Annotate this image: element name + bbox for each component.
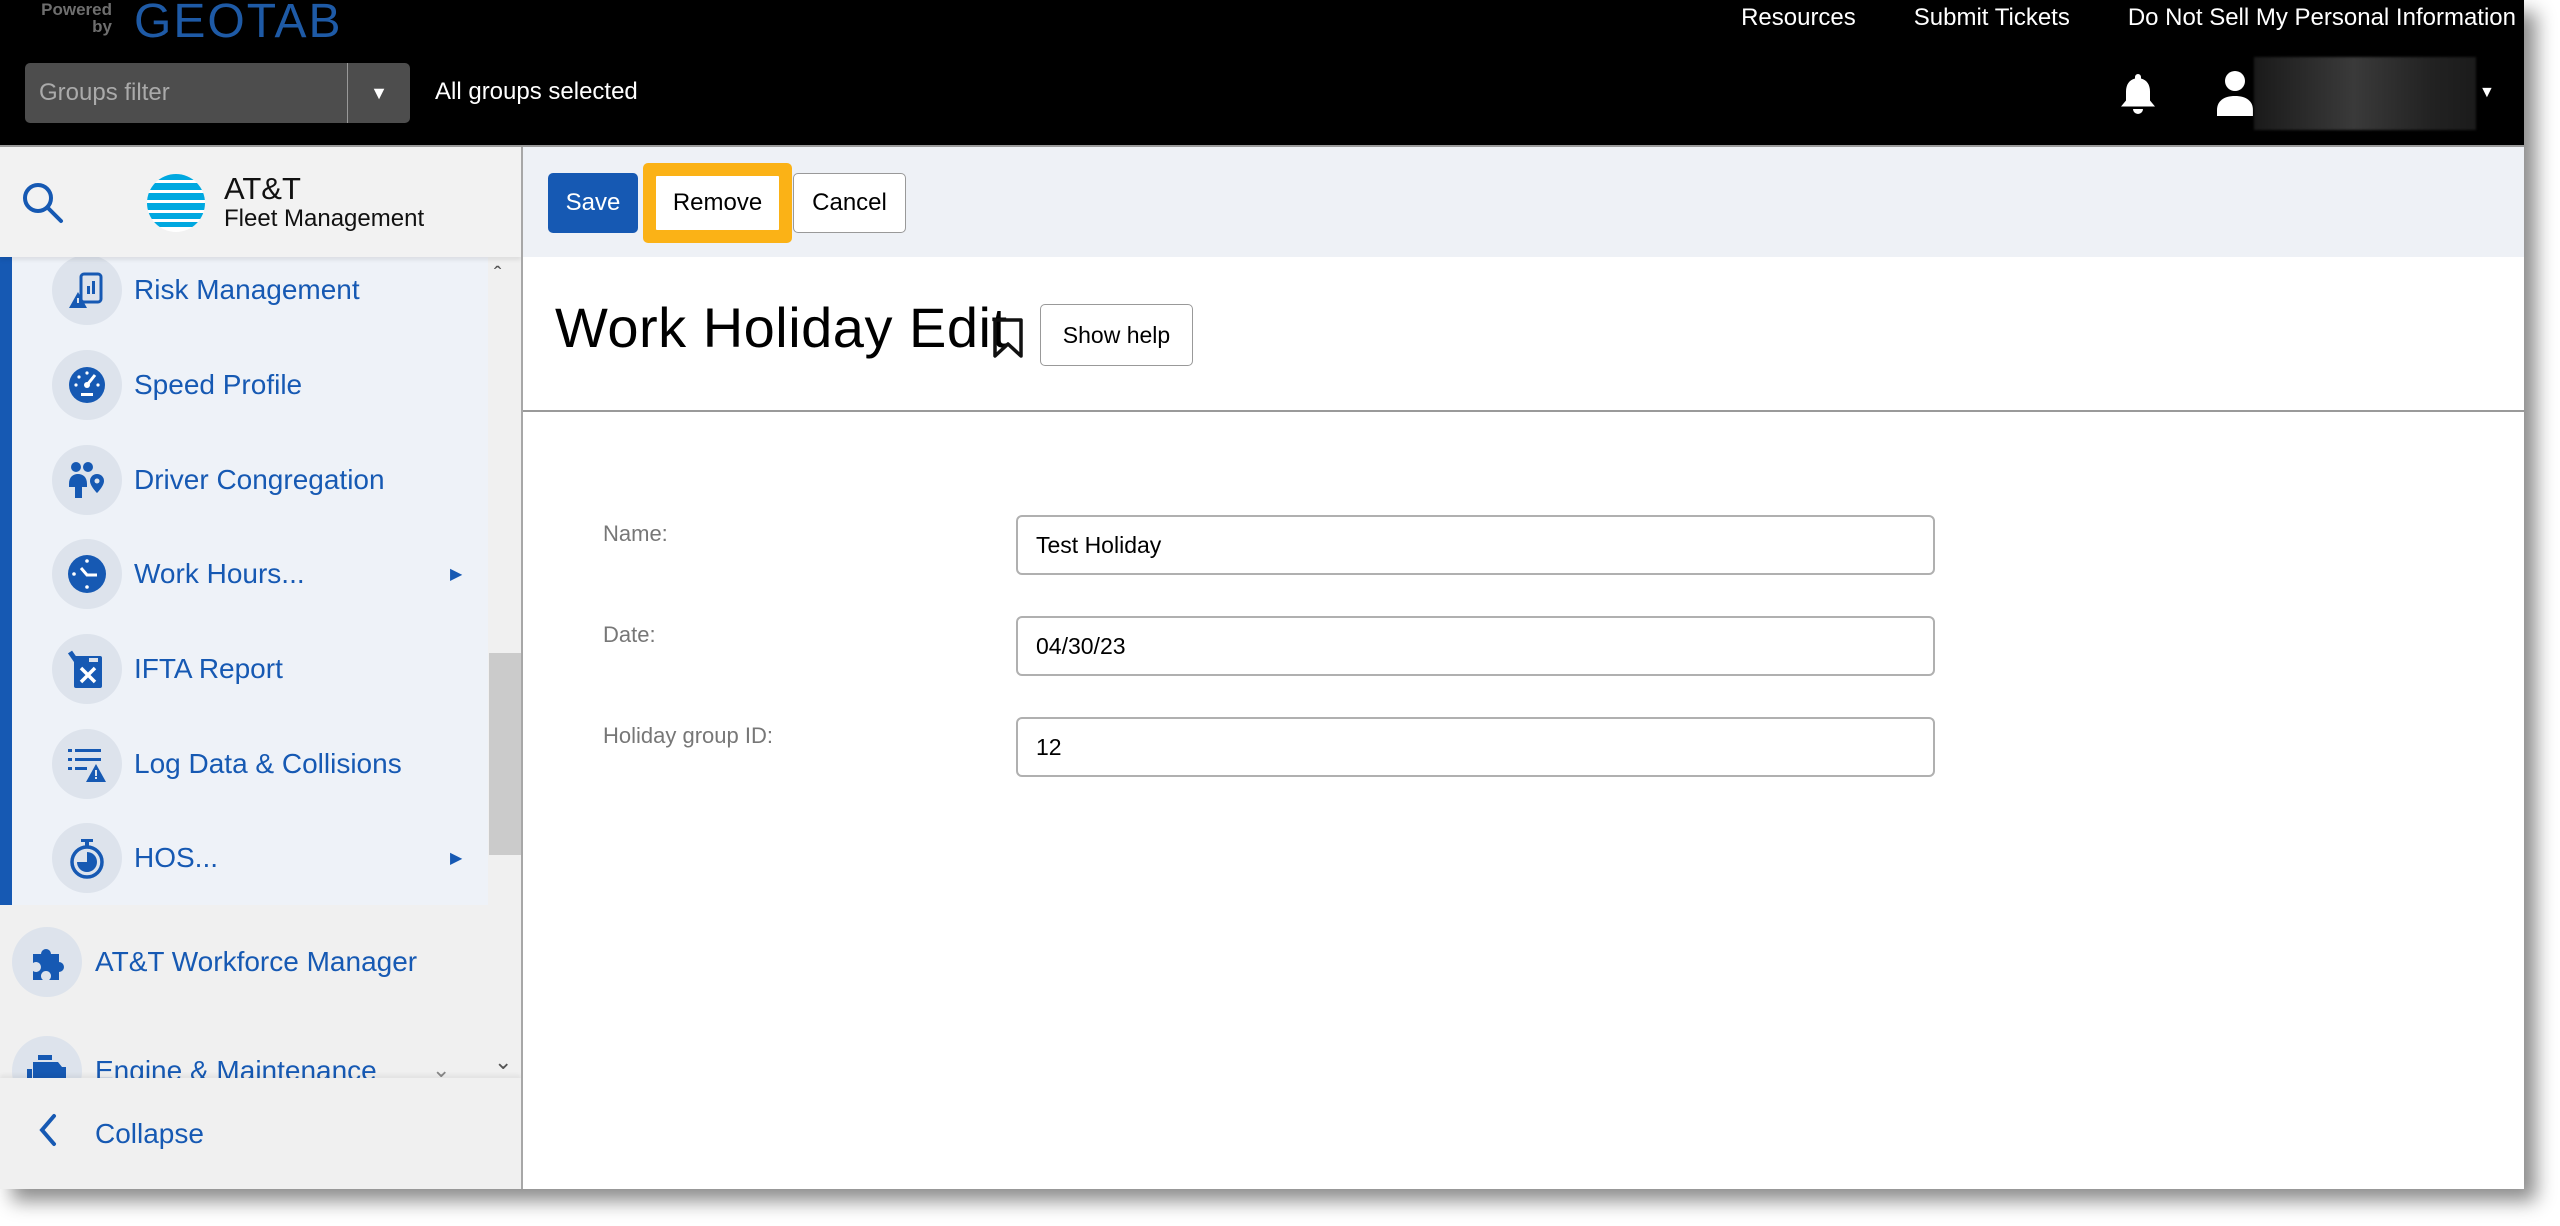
groups-filter-input[interactable]: Groups filter — [25, 79, 347, 107]
att-globe-logo — [145, 172, 207, 239]
page-title: Work Holiday Edit — [555, 296, 1008, 359]
holiday-group-id-label: Holiday group ID: — [603, 723, 773, 748]
groups-filter[interactable]: Groups filter ▼ — [25, 63, 410, 123]
sidebar-item-label: Work Hours... — [134, 557, 305, 589]
sidebar-scrollbar-thumb[interactable] — [489, 653, 521, 855]
submenu-arrow-icon: ▶ — [450, 849, 463, 867]
top-links: Resources Submit Tickets Do Not Sell My … — [1741, 4, 2516, 32]
date-input[interactable] — [1016, 616, 1935, 676]
show-help-button[interactable]: Show help — [1040, 304, 1193, 366]
brand-subtitle: Fleet Management — [224, 205, 425, 232]
user-icon[interactable] — [2215, 70, 2255, 121]
submenu-arrow-icon: ▶ — [450, 565, 463, 583]
main-content: Save Remove Cancel Work Holiday Edit Sho… — [523, 147, 2524, 1189]
log-collision-icon — [52, 728, 122, 799]
name-label: Name: — [603, 521, 668, 546]
top-header: Powered by GEOTAB Resources Submit Ticke… — [0, 0, 2524, 147]
collapse-button[interactable]: Collapse — [0, 1078, 521, 1189]
sidebar-item-label: HOS... — [134, 841, 219, 873]
sidebar-item-label: Risk Management — [134, 273, 360, 305]
stopwatch-icon — [52, 822, 122, 893]
title-divider — [523, 410, 2524, 412]
cancel-button[interactable]: Cancel — [793, 173, 906, 233]
speedometer-icon — [52, 349, 122, 420]
groups-filter-dropdown-button[interactable]: ▼ — [347, 63, 410, 123]
clock-icon — [52, 538, 122, 609]
brand-title: AT&T — [224, 171, 301, 206]
save-button[interactable]: Save — [548, 173, 638, 233]
sidebar-item-ifta-report[interactable]: IFTA Report — [0, 621, 488, 716]
powered-by-label: Powered by — [41, 0, 112, 36]
holiday-group-id-input[interactable] — [1016, 717, 1935, 777]
groups-status: All groups selected — [435, 78, 638, 105]
date-label: Date: — [603, 622, 656, 647]
sidebar-item-label: IFTA Report — [134, 652, 283, 684]
user-menu-caret-icon[interactable]: ▼ — [2479, 84, 2495, 102]
driver-congregation-icon — [52, 444, 122, 515]
sidebar-item-label: Log Data & Collisions — [134, 747, 402, 779]
risk-management-icon — [52, 254, 122, 325]
app-window: Powered by GEOTAB Resources Submit Ticke… — [0, 0, 2524, 1189]
scroll-up-arrow[interactable]: ˆ — [494, 262, 501, 288]
sidebar-item-att-workforce-manager[interactable]: AT&T Workforce Manager — [0, 914, 521, 1009]
fuel-can-icon — [52, 633, 122, 704]
sidebar-item-label: Speed Profile — [134, 368, 303, 400]
name-input[interactable] — [1016, 515, 1935, 575]
bell-icon[interactable] — [2117, 72, 2159, 121]
scroll-down-arrow[interactable]: ⌄ — [494, 1049, 512, 1075]
action-toolbar: Save Remove Cancel — [523, 147, 2524, 257]
sidebar-item-label: AT&T Workforce Manager — [95, 945, 418, 977]
sidebar: AT&T Fleet Management Risk Management Sp… — [0, 147, 523, 1189]
do-not-sell-link[interactable]: Do Not Sell My Personal Information — [2128, 4, 2516, 32]
user-name-redacted[interactable] — [2254, 57, 2476, 130]
chevron-left-icon — [34, 1110, 60, 1155]
sidebar-item-speed-profile[interactable]: Speed Profile — [0, 337, 488, 432]
sidebar-item-hos[interactable]: HOS... ▶ — [0, 810, 488, 905]
submit-tickets-link[interactable]: Submit Tickets — [1914, 4, 2070, 32]
geotab-logo[interactable]: GEOTAB — [134, 0, 342, 49]
bookmark-icon[interactable] — [990, 316, 1026, 365]
sidebar-header: AT&T Fleet Management — [0, 147, 521, 257]
sidebar-item-label: Driver Congregation — [134, 463, 385, 495]
sidebar-item-work-hours[interactable]: Work Hours... ▶ — [0, 526, 488, 621]
puzzle-icon — [12, 926, 82, 997]
collapse-label: Collapse — [95, 1118, 204, 1149]
resources-link[interactable]: Resources — [1741, 4, 1856, 32]
sidebar-item-log-data-collisions[interactable]: Log Data & Collisions — [0, 716, 488, 811]
sidebar-item-driver-congregation[interactable]: Driver Congregation — [0, 432, 488, 527]
search-icon[interactable] — [20, 180, 66, 231]
remove-button[interactable]: Remove — [656, 176, 779, 230]
caret-down-icon: ▼ — [370, 82, 388, 103]
